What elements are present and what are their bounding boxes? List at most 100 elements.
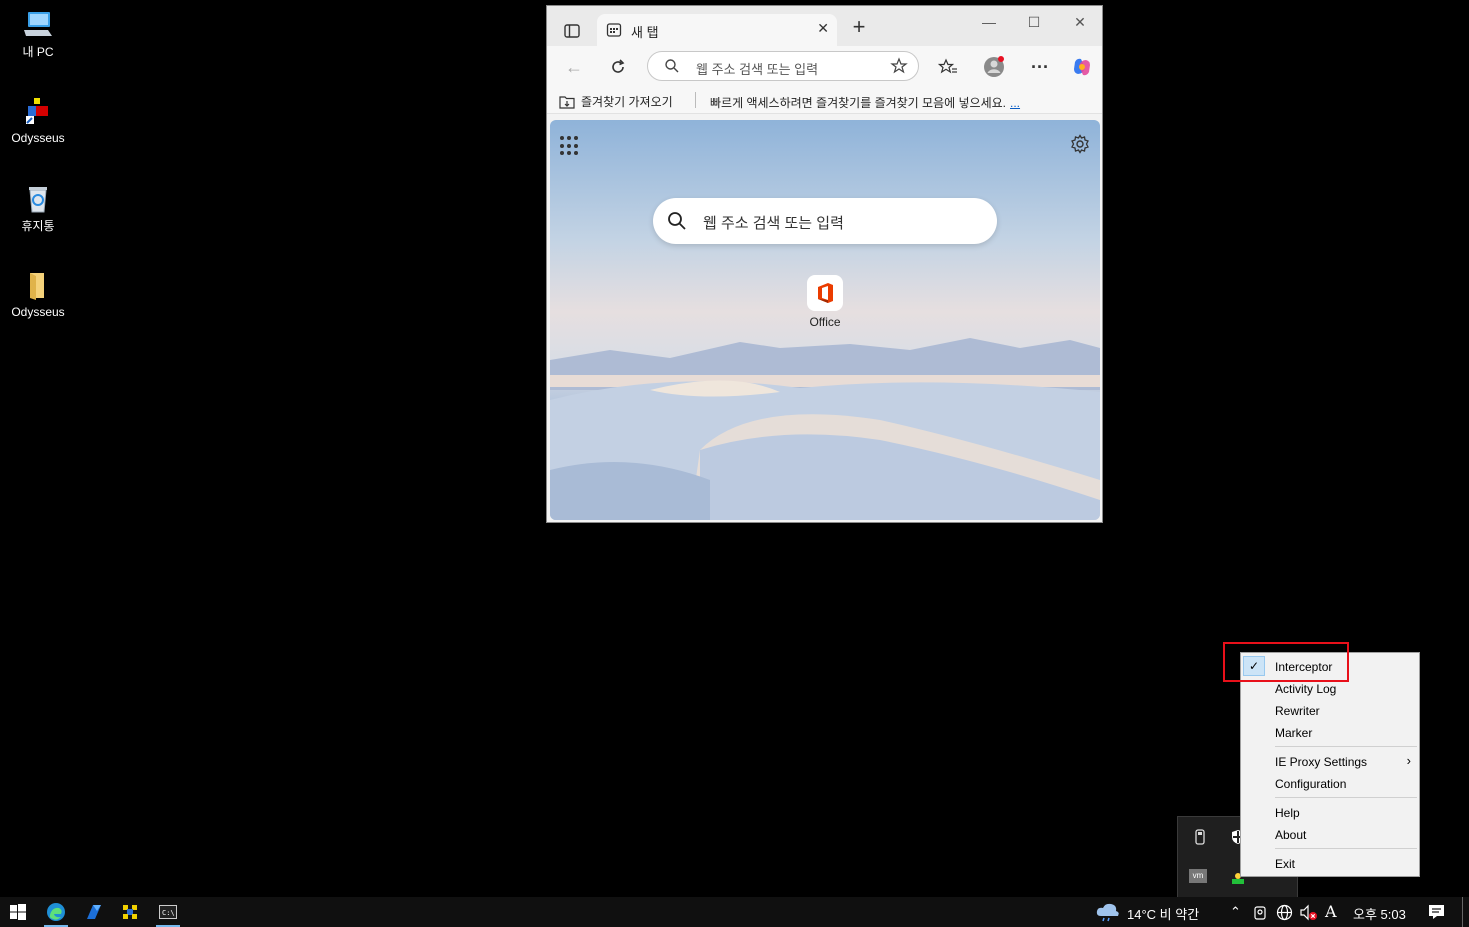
refresh-icon bbox=[612, 59, 625, 73]
taskbar-edge[interactable] bbox=[38, 897, 74, 927]
maximize-button[interactable]: ☐ bbox=[1019, 14, 1049, 31]
menu-item-exit[interactable]: Exit bbox=[1241, 852, 1419, 874]
import-favorites-button[interactable]: 즐겨찾기 가져오기 bbox=[559, 93, 673, 110]
touch-keyboard-icon[interactable] bbox=[1252, 905, 1268, 921]
tab-actions-button[interactable] bbox=[555, 16, 585, 42]
new-tab-button[interactable]: + bbox=[847, 14, 871, 40]
settings-gear-icon[interactable] bbox=[1070, 134, 1090, 154]
notifications-icon[interactable] bbox=[1428, 904, 1445, 920]
tab-title: 새 탭 bbox=[631, 25, 659, 40]
desktop-icon-my-pc[interactable]: 내 PC bbox=[0, 8, 76, 60]
edge-browser-window: 새 탭 ✕ + — ☐ ✕ ← 웹 주소 검색 또는 입력 ··· 즐겨찾기 가… bbox=[546, 5, 1103, 523]
menu-separator bbox=[1275, 797, 1417, 798]
tab-new-tab[interactable]: 새 탭 ✕ bbox=[597, 14, 837, 46]
taskbar-odysseus[interactable] bbox=[112, 897, 148, 927]
menu-item-interceptor[interactable]: ✓ Interceptor bbox=[1241, 655, 1419, 677]
usb-device-icon[interactable] bbox=[1192, 829, 1208, 845]
clock[interactable]: 오후 5:03 bbox=[1353, 904, 1406, 923]
favorites-bar: 즐겨찾기 가져오기 빠르게 액세스하려면 즐겨찾기를 즐겨찾기 모음에 넣으세요… bbox=[547, 86, 1102, 114]
recycle-bin-icon bbox=[29, 187, 47, 213]
favorites-hint-text: 빠르게 액세스하려면 즐겨찾기를 즐겨찾기 모음에 넣으세요. bbox=[710, 96, 1007, 110]
menu-item-marker[interactable]: Marker bbox=[1241, 721, 1419, 743]
sail-app-icon bbox=[87, 905, 101, 919]
menu-item-ie-proxy-settings[interactable]: IE Proxy Settings › bbox=[1241, 750, 1419, 772]
show-desktop-button[interactable] bbox=[1462, 897, 1463, 927]
office-icon bbox=[818, 283, 833, 303]
folder-import-icon bbox=[559, 95, 575, 109]
desktop-icon-label: Odysseus bbox=[11, 305, 65, 319]
import-favorites-label: 즐겨찾기 가져오기 bbox=[581, 95, 673, 109]
taskbar-fiddler-like-app[interactable] bbox=[76, 897, 112, 927]
office-tile-box bbox=[807, 275, 843, 311]
odysseus-app-icon bbox=[26, 98, 48, 124]
favorites-hint: 빠르게 액세스하려면 즐겨찾기를 즐겨찾기 모음에 넣으세요.... bbox=[710, 94, 1020, 111]
tab-actions-icon bbox=[564, 24, 580, 38]
folder-icon bbox=[30, 273, 44, 300]
new-tab-page: 웹 주소 검색 또는 입력 Office bbox=[550, 120, 1100, 520]
menu-item-rewriter[interactable]: Rewriter bbox=[1241, 699, 1419, 721]
ntp-search-placeholder: 웹 주소 검색 또는 입력 bbox=[703, 215, 844, 232]
start-button[interactable] bbox=[0, 897, 36, 927]
more-menu-button[interactable]: ··· bbox=[1027, 54, 1053, 80]
taskbar: C:\ 14°C 비 약간 ⌃ A 오후 5:03 bbox=[0, 897, 1469, 927]
office-tile-label: Office bbox=[809, 315, 841, 329]
favorites-more-link[interactable]: ... bbox=[1010, 96, 1020, 110]
menu-item-label: Exit bbox=[1275, 857, 1296, 871]
favorites-button[interactable] bbox=[935, 54, 961, 80]
add-favorite-star-icon[interactable] bbox=[890, 57, 908, 75]
odysseus-taskbar-icon bbox=[123, 905, 137, 919]
title-bar: 새 탭 ✕ + — ☐ ✕ bbox=[547, 6, 1102, 46]
desktop-icon-odysseus-folder[interactable]: Odysseus bbox=[0, 270, 76, 319]
menu-item-label: About bbox=[1275, 828, 1307, 842]
address-placeholder: 웹 주소 검색 또는 입력 bbox=[696, 62, 819, 77]
minimize-button[interactable]: — bbox=[974, 14, 1004, 30]
volume-muted-icon[interactable] bbox=[1299, 904, 1319, 921]
desktop-icon-label: 휴지통 bbox=[21, 219, 55, 233]
network-globe-icon[interactable] bbox=[1276, 904, 1293, 921]
desktop-icon-odysseus-app[interactable]: Odysseus bbox=[0, 96, 76, 145]
copilot-icon bbox=[1074, 58, 1090, 76]
vmware-icon[interactable]: vm bbox=[1189, 869, 1207, 883]
desktop: 내 PC Odysseus 휴지통 Odysseus 새 탭 ✕ + — ☐ ✕… bbox=[0, 0, 1469, 927]
menu-item-about[interactable]: About bbox=[1241, 823, 1419, 845]
profile-button[interactable] bbox=[981, 54, 1007, 80]
menu-item-label: Activity Log bbox=[1275, 682, 1337, 696]
weather-cloud-rain-icon[interactable] bbox=[1095, 902, 1121, 922]
desktop-icon-label: Odysseus bbox=[11, 131, 65, 145]
svg-text:C:\: C:\ bbox=[162, 909, 175, 917]
search-icon bbox=[665, 59, 679, 73]
copilot-button[interactable] bbox=[1069, 54, 1095, 80]
close-tab-icon[interactable]: ✕ bbox=[817, 20, 829, 37]
ntp-search-box[interactable]: 웹 주소 검색 또는 입력 bbox=[653, 198, 997, 244]
address-bar[interactable]: 웹 주소 검색 또는 입력 bbox=[647, 51, 919, 81]
menu-item-activity-log[interactable]: Activity Log bbox=[1241, 677, 1419, 699]
edge-icon bbox=[47, 903, 65, 921]
refresh-button[interactable] bbox=[605, 54, 631, 80]
input-method-indicator[interactable]: A bbox=[1325, 902, 1337, 921]
close-window-button[interactable]: ✕ bbox=[1065, 14, 1095, 31]
background-landscape bbox=[550, 338, 1100, 520]
taskbar-command-prompt[interactable]: C:\ bbox=[150, 897, 186, 927]
menu-item-label: Configuration bbox=[1275, 777, 1347, 791]
desktop-icon-recycle-bin[interactable]: 휴지통 bbox=[0, 182, 76, 234]
new-tab-page-icon bbox=[606, 23, 622, 37]
weather-text[interactable]: 14°C 비 약간 bbox=[1127, 904, 1199, 923]
tray-context-menu: ✓ Interceptor Activity Log Rewriter Mark… bbox=[1240, 652, 1420, 877]
submenu-arrow-icon: › bbox=[1406, 753, 1411, 768]
back-button[interactable]: ← bbox=[561, 54, 587, 80]
search-icon bbox=[668, 212, 686, 230]
apps-launcher-button[interactable] bbox=[560, 136, 580, 156]
computer-icon bbox=[24, 12, 52, 36]
favorites-icon bbox=[937, 58, 957, 74]
menu-item-configuration[interactable]: Configuration bbox=[1241, 772, 1419, 794]
quick-link-office[interactable]: Office bbox=[800, 275, 850, 329]
menu-item-label: Interceptor bbox=[1275, 660, 1333, 674]
menu-separator bbox=[1275, 848, 1417, 849]
favorites-separator bbox=[695, 92, 696, 108]
menu-item-help[interactable]: Help bbox=[1241, 801, 1419, 823]
navigation-toolbar: ← 웹 주소 검색 또는 입력 ··· bbox=[547, 46, 1102, 86]
terminal-icon: C:\ bbox=[159, 905, 177, 919]
show-hidden-icons-chevron-icon[interactable]: ⌃ bbox=[1230, 904, 1241, 920]
windows-logo-icon bbox=[10, 904, 26, 920]
desktop-icon-label: 내 PC bbox=[22, 45, 54, 59]
